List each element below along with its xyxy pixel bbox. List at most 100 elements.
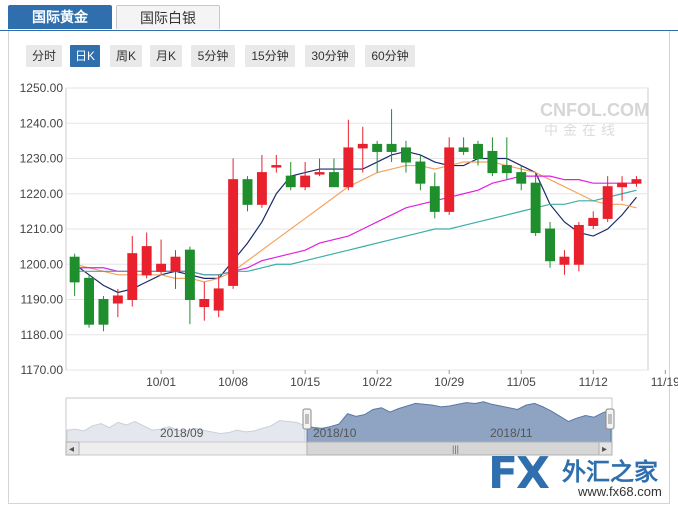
candle-body-up [256,172,267,205]
candle-body-down [285,175,296,188]
y-tick-label: 1220.00 [20,187,64,201]
candlestick-chart: 1250.00 1240.00 1230.00 1220.00 1210.00 1200.… [20,81,678,456]
candle-body-up [573,224,584,265]
candle [545,221,556,268]
candle-body-up [112,295,123,304]
candle-body-up [199,299,210,308]
x-tick-label: 10/15 [290,375,320,389]
candle [213,274,224,318]
scrollbar-grip: ||| [452,444,459,454]
x-tick-label: 10/22 [362,375,392,389]
y-tick-label: 1170.00 [21,363,64,377]
candle-body-down [458,147,469,152]
candle-body-up [228,179,239,286]
candle-body-down [516,172,527,184]
candle [199,281,210,321]
candle-body-down [69,256,80,283]
candle-body-down [501,165,512,174]
candle-body-up [631,179,642,184]
candle-body-up [559,256,570,265]
y-tick-label: 1210.00 [20,222,64,236]
candle-body-up [602,186,613,219]
candle [242,176,253,212]
candle-body-down [401,147,411,163]
candle [184,246,195,325]
y-tick-label: 1180.00 [21,328,64,342]
candle-body-up [141,246,152,276]
candle [170,250,181,289]
candle-body-up [444,147,455,212]
x-tick-label: 10/01 [146,375,176,389]
range-navigator[interactable]: 2018/09 2018/10 2018/11 ||| ◂ ▸ [65,397,615,456]
candle-body-down [98,299,109,325]
candle [444,137,455,215]
candle [588,211,599,229]
y-axis-tick-labels: 1250.00 1240.00 1230.00 1220.00 1210.00 1200.… [20,81,64,377]
candle [372,140,383,173]
candle-body-down [372,143,383,152]
candle [429,172,440,219]
scroll-left-arrow-icon: ◂ [69,444,74,455]
navigator-left-handle[interactable] [302,408,312,430]
navigator-label-sep: 2018/09 [160,426,204,440]
candle-body-up [156,263,167,272]
candle [328,158,339,188]
candle [98,295,109,332]
candle [530,172,541,237]
candle-body-down [473,143,483,159]
candle [415,154,426,191]
candle [487,137,498,177]
y-tick-label: 1190.00 [21,293,64,307]
y-tick-label: 1230.00 [20,152,64,166]
candle [285,162,296,191]
candle-body-up [213,288,224,311]
navigator-label-nov: 2018/11 [490,426,533,440]
candle [141,232,152,279]
candle-body-down [84,277,95,325]
x-tick-label: 10/29 [434,375,464,389]
y-tick-label: 1250.00 [20,81,64,95]
candle [300,162,311,191]
candle [631,176,642,187]
candle [84,274,95,328]
candle [401,140,411,173]
candle [256,154,267,208]
candle-body-up [300,175,311,188]
y-tick-label: 1200.00 [20,257,64,271]
candle [228,158,239,289]
candle-body-up [127,253,138,301]
logo-fx-text: FX [488,448,550,499]
candle-body-down [487,150,498,174]
candle [156,239,167,275]
x-tick-label: 11/19 [651,375,678,389]
candle-body-down [386,143,397,152]
candle [69,253,80,296]
x-axis-tick-labels: 10/01 10/08 10/15 10/22 10/29 11/05 11/12 11/19 [146,370,678,389]
candle [112,288,123,318]
candle-body-down [429,186,440,212]
candle-body-up [357,143,368,149]
candle [617,176,628,201]
candle-body-down [415,161,426,184]
logo-url-text: www.fx68.com [578,484,662,499]
y-tick-label: 1240.00 [20,116,64,130]
candle-body-down [184,249,195,300]
fx68-logo: FX 外汇之家 www.fx68.com [488,448,678,500]
x-tick-label: 10/08 [218,375,248,389]
candle [458,137,469,155]
candle-body-down [328,172,339,188]
logo-cn-text: 外汇之家 [562,459,658,486]
candle [314,158,325,177]
grid [65,87,649,371]
candle [573,221,584,272]
candle-body-down [530,182,541,234]
candle-body-up [170,256,181,272]
candles [69,109,642,332]
candle-body-up [271,165,282,168]
candle-body-up [617,182,628,188]
candle-body-down [242,179,253,205]
candle [357,126,368,173]
navigator-right-handle[interactable] [605,408,615,430]
navigator-label-oct: 2018/10 [313,426,357,440]
candle-body-down [545,228,556,262]
